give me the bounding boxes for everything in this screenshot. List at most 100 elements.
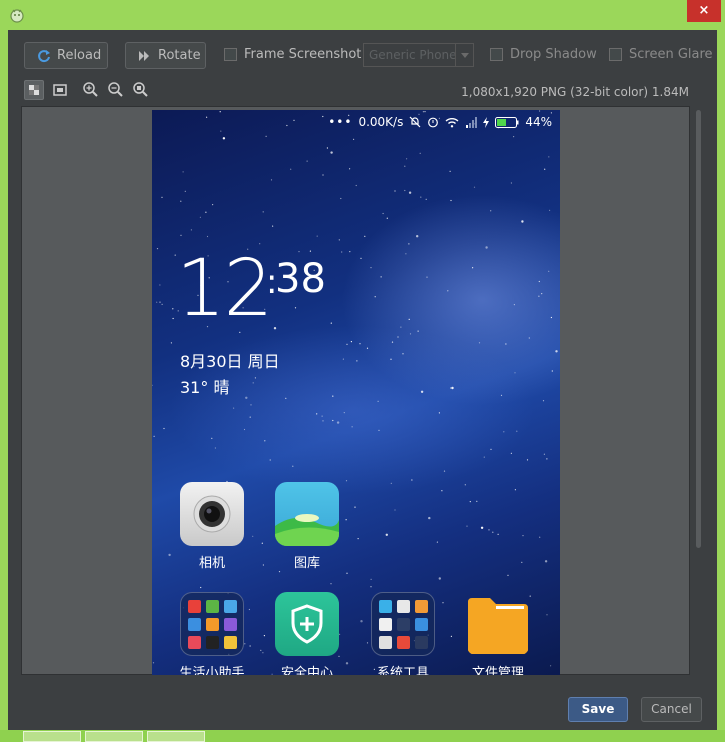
star <box>480 526 484 529</box>
star <box>199 216 201 218</box>
cancel-button[interactable]: Cancel <box>641 697 702 722</box>
rotate-button[interactable]: Rotate <box>125 42 206 69</box>
star <box>212 204 214 206</box>
star <box>206 116 208 118</box>
star <box>473 186 476 188</box>
charging-icon <box>483 116 490 128</box>
checkerboard-toggle[interactable] <box>24 80 44 100</box>
star <box>546 614 548 616</box>
shield-icon <box>275 592 339 656</box>
mute-bell-icon <box>409 116 421 128</box>
screen-glare-box[interactable] <box>609 48 622 61</box>
star <box>184 190 186 192</box>
vertical-scrollbar-thumb[interactable] <box>696 110 701 548</box>
star <box>490 448 492 450</box>
star <box>390 358 392 360</box>
star <box>370 267 372 269</box>
star <box>316 235 318 237</box>
battery-icon <box>495 116 519 128</box>
star <box>233 407 235 409</box>
more-dots-icon: ••• <box>328 115 353 129</box>
device-frame-select[interactable]: Generic Phone <box>363 43 474 67</box>
screen-glare-label: Screen Glare <box>629 47 713 62</box>
frame-toggle[interactable] <box>50 80 70 100</box>
star <box>408 318 410 320</box>
star <box>332 395 334 397</box>
alarm-icon <box>428 117 439 128</box>
star <box>264 440 266 442</box>
close-window-button[interactable]: × <box>687 0 721 22</box>
star <box>366 347 369 349</box>
star <box>416 235 419 238</box>
star <box>322 420 324 422</box>
star <box>510 452 512 454</box>
folder-icon <box>371 592 435 656</box>
star <box>426 276 428 278</box>
star <box>485 246 488 249</box>
taskbar-item-notepad[interactable] <box>85 731 143 742</box>
zoom-in-button[interactable] <box>81 80 101 100</box>
star <box>488 529 490 531</box>
app-folder-life-assistant[interactable]: 生活小助手 <box>172 592 252 675</box>
star <box>293 119 295 121</box>
star <box>400 326 402 328</box>
folder-icon <box>180 592 244 656</box>
star <box>436 541 438 543</box>
star <box>252 535 254 537</box>
star <box>526 459 529 461</box>
star <box>180 234 182 236</box>
title-bar: × <box>0 0 725 30</box>
star <box>408 191 412 194</box>
star <box>211 437 213 439</box>
star <box>404 165 406 167</box>
app-security-center[interactable]: 安全中心 <box>267 592 347 675</box>
clock-minute: 38 <box>275 256 326 302</box>
star <box>321 415 323 417</box>
reload-button[interactable]: Reload <box>24 42 108 69</box>
lockscreen-date: 8月30日 周日 <box>180 352 280 371</box>
star <box>152 662 155 664</box>
app-file-manager[interactable]: 文件管理 <box>458 592 538 675</box>
app-label: 安全中心 <box>280 666 333 675</box>
star <box>420 390 424 393</box>
taskbar-item-android-studio[interactable] <box>23 731 81 742</box>
star <box>522 535 524 537</box>
star <box>548 156 550 158</box>
star <box>336 421 340 424</box>
zoom-actual-icon <box>133 82 148 97</box>
star <box>156 248 159 250</box>
frame-screenshot-checkbox[interactable]: Frame Screenshot <box>224 47 361 62</box>
android-icon <box>10 9 24 23</box>
gallery-icon <box>275 482 339 546</box>
app-camera[interactable]: 相机 <box>172 482 252 571</box>
save-button[interactable]: Save <box>568 697 628 722</box>
app-folder-system-tools[interactable]: 系统工具 <box>363 592 443 675</box>
chevron-down-icon[interactable] <box>455 44 473 66</box>
app-gallery[interactable]: 图库 <box>267 482 347 571</box>
star <box>405 253 407 255</box>
star <box>425 198 427 200</box>
star <box>476 500 478 502</box>
star <box>464 484 466 486</box>
star <box>341 251 343 253</box>
star <box>340 197 342 200</box>
taskbar-item-explorer[interactable] <box>147 731 205 742</box>
star <box>332 419 334 422</box>
zoom-out-button[interactable] <box>106 80 126 100</box>
star <box>394 190 396 192</box>
star <box>355 184 357 187</box>
drop-shadow-checkbox[interactable]: Drop Shadow <box>490 47 597 62</box>
drop-shadow-box[interactable] <box>490 48 503 61</box>
zoom-actual-button[interactable] <box>131 80 151 100</box>
star <box>546 458 548 460</box>
star <box>286 124 288 127</box>
screenshot-dialog-window: × Reload Rotate Frame Screenshot Generic… <box>0 0 725 742</box>
star <box>214 447 216 449</box>
screen-glare-checkbox[interactable]: Screen Glare <box>609 47 713 62</box>
star <box>349 251 351 253</box>
star <box>156 301 158 303</box>
star <box>555 350 558 353</box>
star <box>346 343 348 345</box>
star <box>542 400 545 402</box>
frame-screenshot-box[interactable] <box>224 48 237 61</box>
